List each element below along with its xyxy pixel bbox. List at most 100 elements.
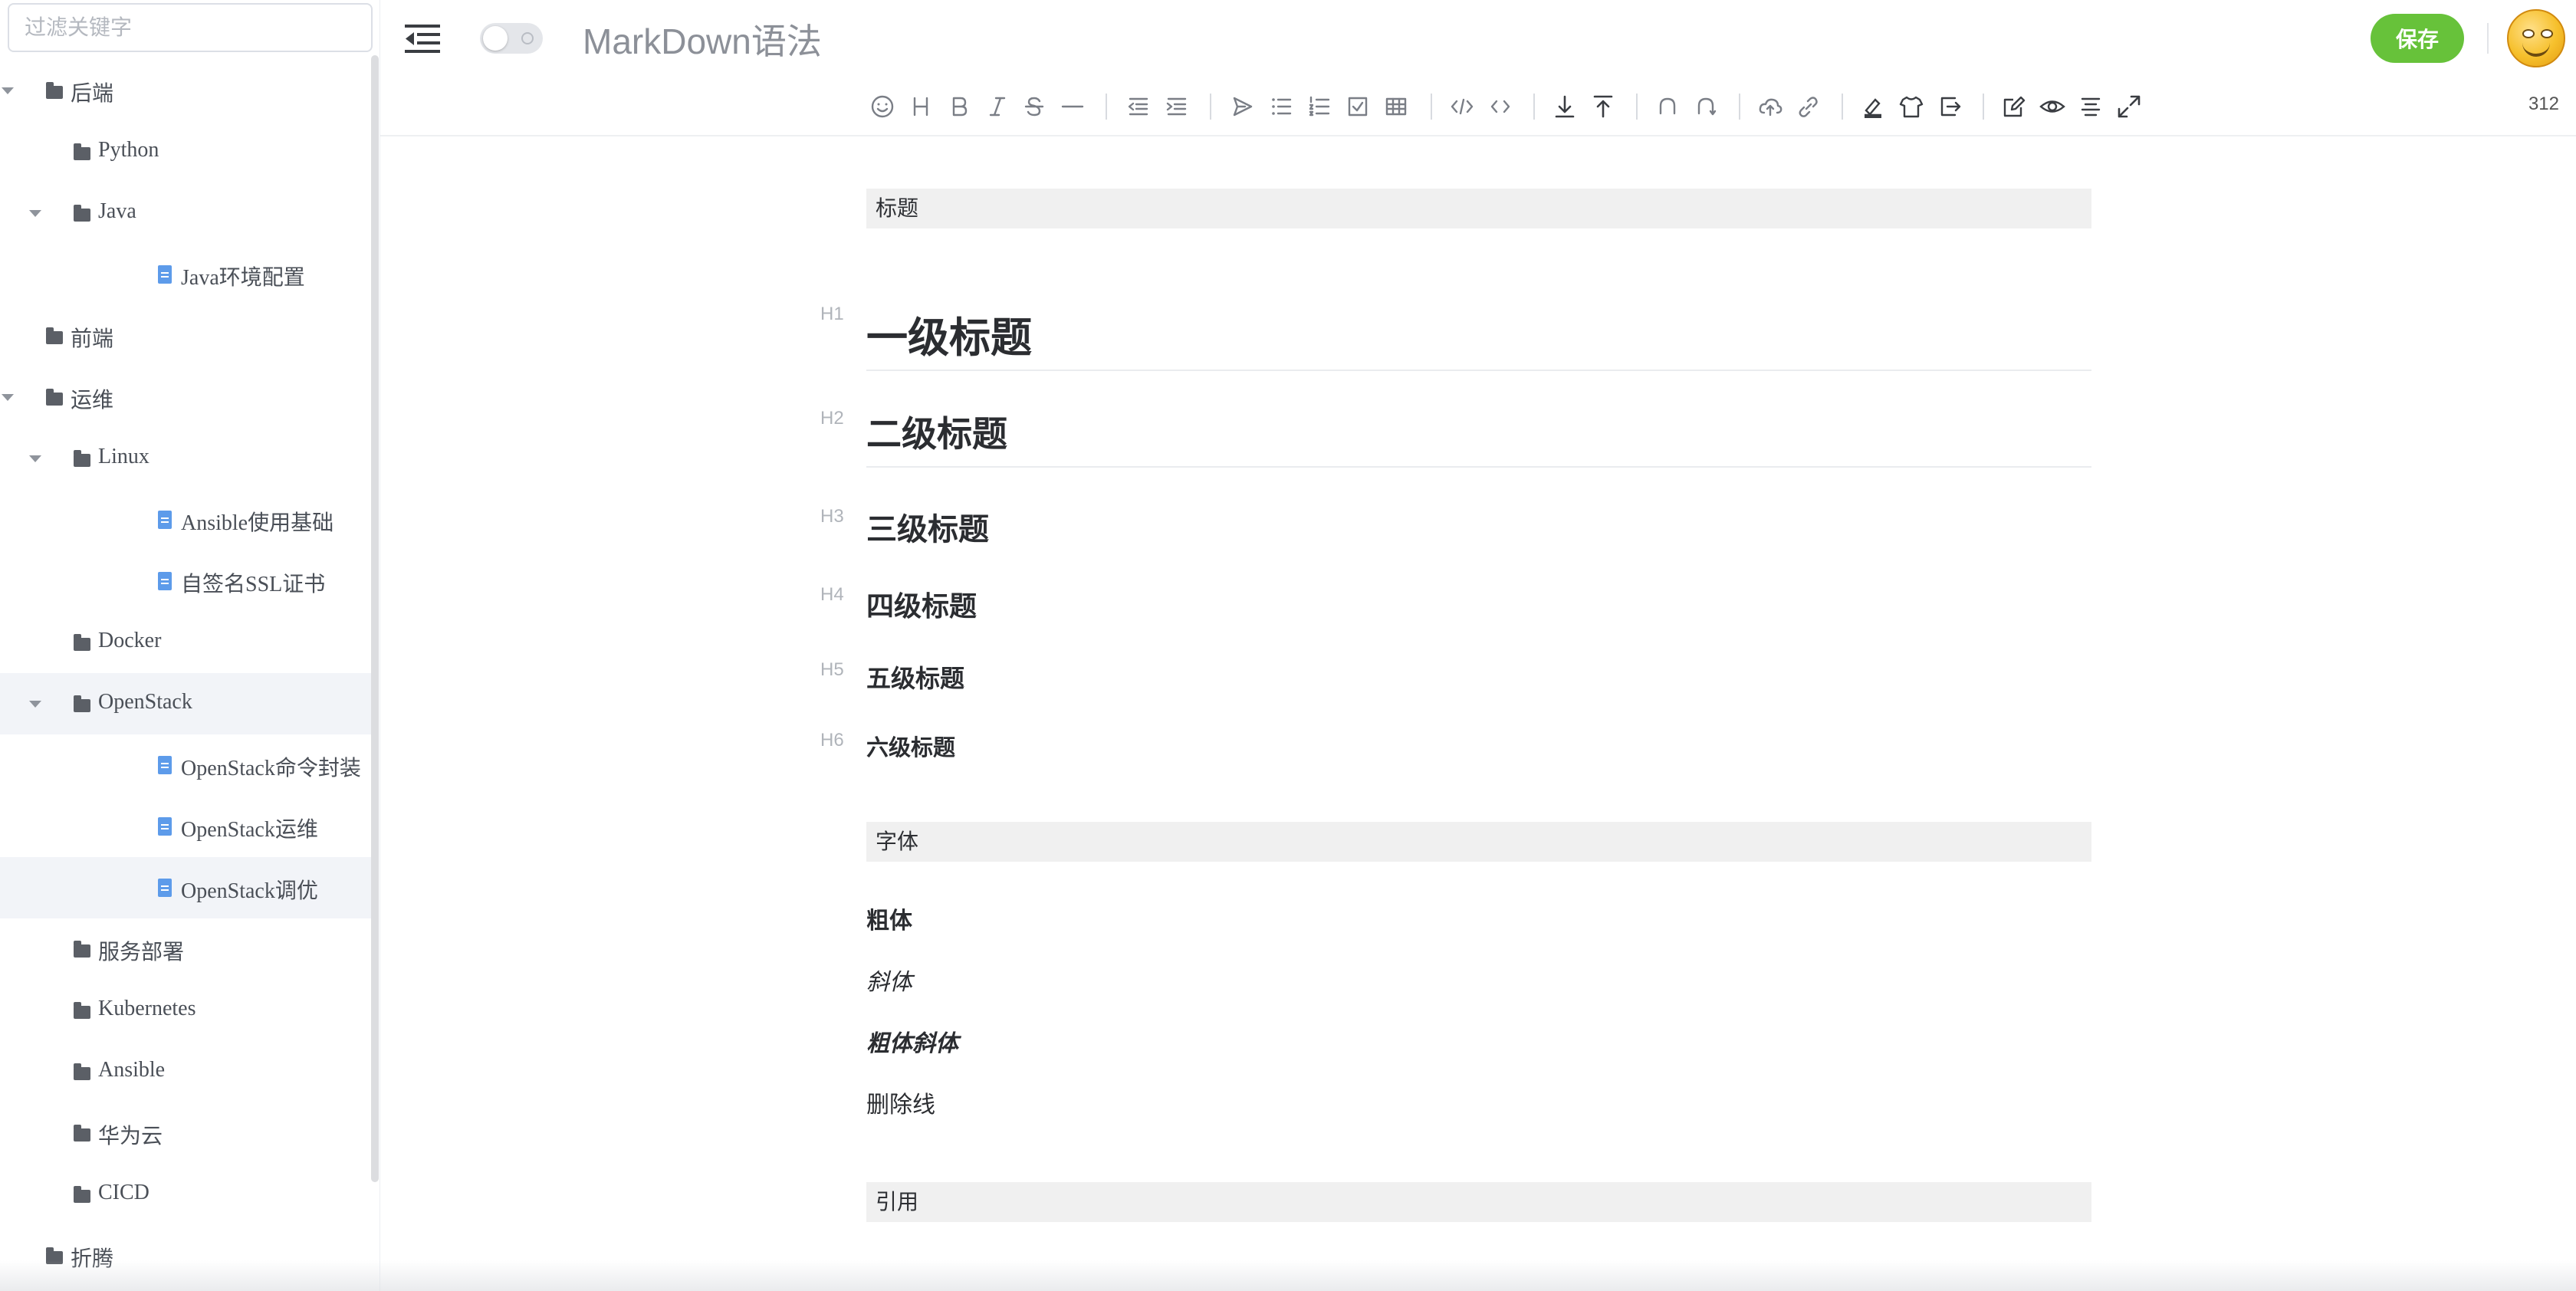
- bold-icon[interactable]: [945, 92, 974, 121]
- tree-item[interactable]: Python: [0, 121, 371, 182]
- bold-text[interactable]: 粗体: [866, 902, 912, 935]
- inline-code-icon[interactable]: [1486, 92, 1515, 121]
- upload-icon[interactable]: [1756, 92, 1785, 121]
- toolbar-separator: [1636, 94, 1638, 120]
- h5-marker: H5: [820, 659, 844, 680]
- outline-icon[interactable]: [2076, 92, 2105, 121]
- theme-icon[interactable]: [1897, 92, 1926, 121]
- preview-icon[interactable]: [2038, 92, 2067, 121]
- header-divider: [2487, 23, 2489, 54]
- tree-item[interactable]: Ansible: [0, 1041, 371, 1102]
- h1-underline: [866, 370, 2091, 371]
- section-heading-quote: 引用: [866, 1182, 2091, 1222]
- markdown-file-icon: [158, 511, 172, 529]
- tree-item[interactable]: OpenStack: [0, 673, 371, 734]
- folder-icon: [46, 389, 63, 406]
- toggle-knob: [483, 26, 508, 51]
- document-title[interactable]: MarkDown语法: [583, 14, 822, 64]
- h1-marker: H1: [820, 304, 844, 324]
- heading-3[interactable]: 三级标题: [866, 504, 989, 549]
- heading-5[interactable]: 五级标题: [866, 659, 964, 695]
- folder-icon: [74, 1002, 90, 1019]
- italic-text[interactable]: 斜体: [866, 963, 912, 997]
- export-icon[interactable]: [1935, 92, 1964, 121]
- table-icon[interactable]: [1382, 92, 1411, 121]
- tree-item[interactable]: 后端: [0, 60, 371, 121]
- hr-icon[interactable]: [1058, 92, 1087, 121]
- tree-item[interactable]: 自签名SSL证书: [0, 550, 371, 612]
- ul-icon[interactable]: [1267, 92, 1296, 121]
- edit-mode-icon[interactable]: [1999, 92, 2029, 121]
- check-icon[interactable]: [1343, 92, 1372, 121]
- tree-item-label: CICD: [98, 1181, 150, 1204]
- tree-item[interactable]: Java环境配置: [0, 244, 371, 305]
- insert-before-icon[interactable]: [1589, 92, 1618, 121]
- section-heading-font: 字体: [866, 822, 2091, 862]
- code-block-icon[interactable]: [1447, 92, 1477, 121]
- tree-item-label: OpenStack调优: [181, 879, 318, 903]
- tree-item[interactable]: Java: [0, 182, 371, 244]
- tree-item-label: Kubernetes: [98, 997, 196, 1020]
- strikethrough-text[interactable]: 删除线: [866, 1086, 935, 1119]
- redo-icon[interactable]: [1691, 92, 1720, 121]
- heading-2[interactable]: 二级标题: [866, 406, 1007, 457]
- markdown-file-icon: [158, 817, 172, 836]
- tree-item[interactable]: 前端: [0, 305, 371, 366]
- caret-down-icon[interactable]: [2, 394, 14, 401]
- toolbar-separator: [1431, 94, 1432, 120]
- fullscreen-icon[interactable]: [2114, 92, 2144, 121]
- tree-item-label: Python: [98, 138, 159, 162]
- editor-content[interactable]: 标题 H1 一级标题 H2 二级标题 H3 三级标题 H4 四级标题 H5 五级…: [380, 136, 2576, 1291]
- markdown-file-icon: [158, 265, 172, 284]
- caret-down-icon[interactable]: [2, 87, 14, 94]
- heading-4[interactable]: 四级标题: [866, 584, 977, 624]
- tree-item[interactable]: CICD: [0, 1164, 371, 1225]
- filter-input[interactable]: [8, 3, 373, 52]
- folder-icon: [46, 82, 63, 99]
- ol-icon[interactable]: [1305, 92, 1334, 121]
- quote-icon[interactable]: [1228, 92, 1257, 121]
- h2-marker: H2: [820, 408, 844, 429]
- caret-down-icon[interactable]: [29, 210, 41, 217]
- tree-item[interactable]: 运维: [0, 366, 371, 428]
- tree-item-label: 后端: [71, 82, 114, 106]
- sidebar-scrollbar[interactable]: [371, 55, 379, 1182]
- tree-item[interactable]: Docker: [0, 612, 371, 673]
- menu-fold-icon[interactable]: [403, 23, 442, 54]
- tree-item[interactable]: OpenStack调优: [0, 857, 371, 918]
- emoji-icon[interactable]: [868, 92, 897, 121]
- heading-icon[interactable]: [906, 92, 935, 121]
- heading-6[interactable]: 六级标题: [866, 730, 955, 762]
- undo-icon[interactable]: [1653, 92, 1682, 121]
- theme-toggle[interactable]: [480, 23, 543, 54]
- toolbar-separator: [1106, 94, 1107, 120]
- folder-icon: [74, 1125, 90, 1142]
- tree-item[interactable]: Kubernetes: [0, 980, 371, 1041]
- heading-1[interactable]: 一级标题: [866, 304, 1032, 364]
- link-icon[interactable]: [1794, 92, 1823, 121]
- caret-down-icon[interactable]: [29, 701, 41, 708]
- caret-down-icon[interactable]: [29, 455, 41, 462]
- avatar[interactable]: [2507, 9, 2565, 67]
- bold-italic-text[interactable]: 粗体斜体: [866, 1024, 958, 1058]
- tree-item[interactable]: Linux: [0, 428, 371, 489]
- markdown-file-icon: [158, 572, 172, 590]
- avatar-eye: [2541, 29, 2553, 38]
- save-button[interactable]: 保存: [2371, 14, 2464, 63]
- italic-icon[interactable]: [983, 92, 1012, 121]
- insert-after-icon[interactable]: [1550, 92, 1579, 121]
- folder-icon: [74, 1186, 90, 1203]
- tree-item[interactable]: OpenStack运维: [0, 796, 371, 857]
- indent-icon[interactable]: [1162, 92, 1191, 121]
- tree-item-label: OpenStack: [98, 690, 192, 714]
- strike-icon[interactable]: [1020, 92, 1049, 121]
- tree-item[interactable]: OpenStack命令封装: [0, 734, 371, 796]
- tree-item[interactable]: 服务部署: [0, 918, 371, 980]
- tree-item[interactable]: 华为云: [0, 1102, 371, 1164]
- tree-item-label: Java环境配置: [181, 266, 305, 290]
- record-icon[interactable]: [1858, 92, 1888, 121]
- outdent-icon[interactable]: [1124, 92, 1153, 121]
- tree-item-label: 自签名SSL证书: [181, 573, 326, 596]
- tree-item[interactable]: Ansible使用基础: [0, 489, 371, 550]
- tree-item-label: 运维: [71, 389, 114, 412]
